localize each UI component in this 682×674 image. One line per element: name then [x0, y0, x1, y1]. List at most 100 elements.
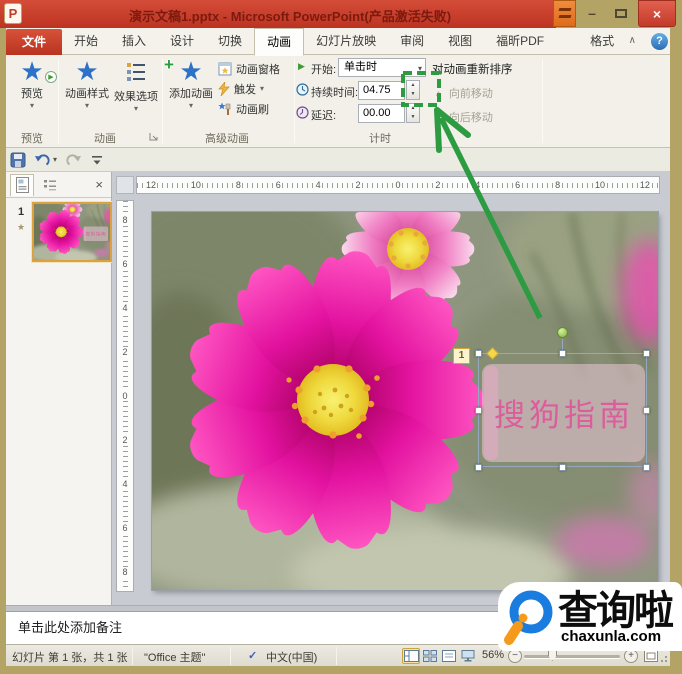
trigger-button[interactable]: 触发 ▾	[218, 79, 264, 98]
resize-handle-top-left[interactable]	[475, 350, 482, 357]
move-earlier-icon: ▲	[434, 88, 443, 98]
zoom-out-button[interactable]: −	[508, 649, 522, 663]
tab-transitions[interactable]: 切换	[206, 28, 254, 55]
tab-slideshow[interactable]: 幻灯片放映	[304, 28, 388, 55]
duration-spinner[interactable]: ▲ ▼	[406, 80, 420, 100]
start-label: 开始:	[311, 61, 336, 77]
ruler-number: 12	[639, 180, 651, 190]
minimize-button[interactable]: –	[578, 0, 606, 27]
reading-view-icon	[442, 650, 456, 662]
add-animation-button[interactable]: ★+ 添加动画 ▾	[166, 57, 216, 127]
resize-handle-bottom-center[interactable]	[559, 464, 566, 471]
quick-access-toolbar: ▾	[0, 148, 682, 172]
undo-button[interactable]: ▾	[34, 152, 57, 167]
slides-tab[interactable]	[10, 174, 34, 196]
tab-home[interactable]: 开始	[62, 28, 110, 55]
move-later-button[interactable]: ▼ 向后移动	[434, 109, 493, 125]
start-dropdown-caret-icon: ▾	[418, 60, 422, 77]
powerpoint-app-icon[interactable]: P	[4, 3, 22, 24]
slide-editor: 12108642024681012 864202468 1	[112, 172, 670, 605]
animation-pane-label: 动画窗格	[236, 61, 280, 77]
tab-animations[interactable]: 动画	[254, 28, 304, 56]
move-later-icon: ▼	[434, 112, 443, 122]
group-separator	[162, 59, 163, 143]
tab-format[interactable]: 格式	[578, 28, 626, 55]
notes-placeholder: 单击此处添加备注	[18, 617, 122, 636]
spellcheck-icon[interactable]: ✓	[248, 649, 257, 662]
window-title: 演示文稿1.pptx - Microsoft PowerPoint(产品激活失败…	[60, 6, 520, 25]
textbox-selection-frame[interactable]	[478, 353, 647, 467]
delay-spinner[interactable]: ▲ ▼	[406, 103, 420, 123]
resize-handle-bottom-right[interactable]	[643, 464, 650, 471]
collapse-ribbon-button[interactable]: ∧	[629, 35, 636, 46]
maximize-icon	[615, 9, 627, 18]
tab-file[interactable]: 文件	[6, 29, 62, 55]
plus-badge-icon: +	[164, 51, 174, 79]
preview-caret-icon: ▾	[8, 101, 56, 110]
theme-status[interactable]: "Office 主题"	[144, 649, 205, 665]
resize-handle-top-center[interactable]	[559, 350, 566, 357]
ruler-number: 10	[594, 180, 606, 190]
resize-handle-top-right[interactable]	[643, 350, 650, 357]
zoom-in-button[interactable]: +	[624, 649, 638, 663]
animation-dialog-launcher[interactable]	[149, 132, 159, 142]
resize-handle-mid-left[interactable]	[475, 407, 482, 414]
start-dropdown[interactable]: 单击时 ▾	[338, 58, 426, 77]
slide-thumbnail[interactable]	[32, 202, 112, 262]
effect-options-button[interactable]: 效果选项 ▾	[112, 57, 160, 127]
slideshow-icon	[461, 650, 475, 662]
start-value: 单击时	[344, 61, 377, 73]
watermark-domain: chaxunla.com	[561, 628, 661, 645]
slideshow-view-button[interactable]	[459, 648, 477, 664]
language-status[interactable]: 中文(中国)	[266, 649, 317, 665]
slide-canvas[interactable]: 1	[152, 212, 658, 590]
animation-painter-icon	[218, 102, 232, 116]
fit-to-window-button[interactable]	[644, 650, 658, 662]
status-separator	[336, 647, 337, 665]
zoom-slider-track[interactable]	[524, 655, 620, 658]
rotation-handle[interactable]	[557, 327, 568, 338]
ruler-number: 2	[121, 347, 128, 357]
tab-design[interactable]: 设计	[158, 28, 206, 55]
delay-input[interactable]: 00.00	[358, 104, 405, 123]
tab-review[interactable]: 审阅	[388, 28, 436, 55]
slide-thumbnail-number: 1	[12, 206, 30, 218]
animation-pane-button[interactable]: 动画窗格	[218, 59, 280, 78]
delay-spin-up-icon[interactable]: ▲	[407, 104, 419, 113]
reorder-animation-label: 对动画重新排序	[432, 61, 513, 77]
normal-view-button[interactable]	[402, 648, 420, 664]
close-panel-icon[interactable]: ×	[95, 177, 103, 192]
slide-sorter-view-button[interactable]	[421, 648, 439, 664]
resize-handle-mid-right[interactable]	[643, 407, 650, 414]
slides-panel: × 1 ★	[6, 172, 112, 605]
reading-view-button[interactable]	[440, 648, 458, 664]
animation-order-badge[interactable]: 1	[453, 348, 470, 364]
move-earlier-button[interactable]: ▲ 向前移动	[434, 85, 493, 101]
animation-painter-button[interactable]: 动画刷	[218, 99, 269, 118]
customize-toolbar-icon[interactable]	[90, 153, 104, 167]
preview-button[interactable]: ★▶ 预览 ▾	[8, 57, 56, 127]
slide-sorter-icon	[423, 650, 437, 662]
redo-icon[interactable]	[65, 152, 82, 167]
undo-icon	[34, 152, 51, 167]
duration-input[interactable]: 04.75	[358, 81, 405, 100]
screenshot-tool-icon[interactable]	[553, 0, 576, 27]
resize-grip[interactable]	[660, 655, 668, 663]
tab-insert[interactable]: 插入	[110, 28, 158, 55]
maximize-button[interactable]	[606, 0, 636, 27]
undo-caret-icon: ▾	[53, 155, 57, 164]
save-icon[interactable]	[10, 152, 26, 168]
animation-styles-button[interactable]: ★ 动画样式 ▾	[62, 57, 112, 127]
outline-tab-icon	[43, 178, 57, 192]
tab-view[interactable]: 视图	[436, 28, 484, 55]
duration-spin-down-icon[interactable]: ▼	[407, 90, 419, 99]
close-button[interactable]: ×	[638, 0, 676, 27]
outline-tab[interactable]	[38, 174, 62, 196]
group-label-advanced: 高级动画	[166, 130, 288, 146]
delay-spin-down-icon[interactable]: ▼	[407, 113, 419, 122]
duration-spin-up-icon[interactable]: ▲	[407, 81, 419, 90]
resize-handle-bottom-left[interactable]	[475, 464, 482, 471]
tab-foxit-pdf[interactable]: 福昕PDF	[484, 28, 556, 55]
zoom-percentage[interactable]: 56%	[482, 649, 504, 661]
help-button[interactable]: ?	[651, 33, 668, 50]
